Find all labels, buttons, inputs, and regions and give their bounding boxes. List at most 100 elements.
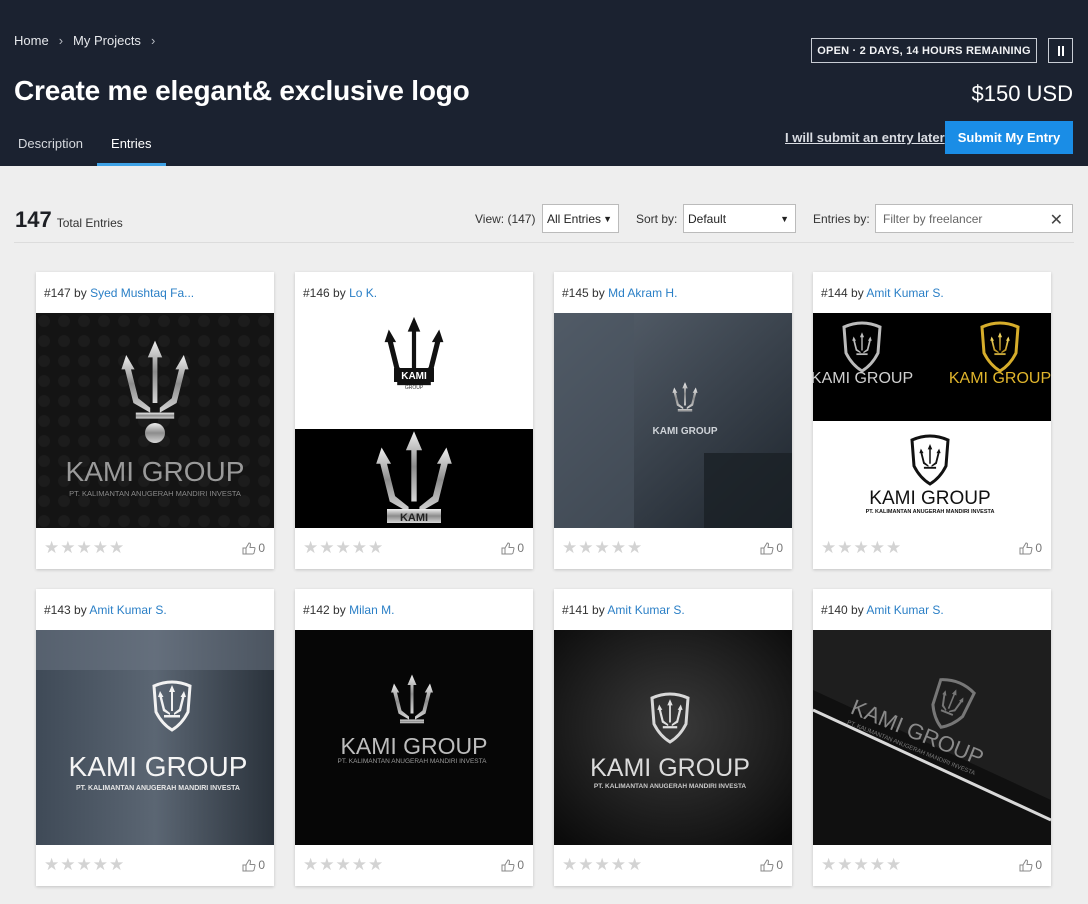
- entry-number: #146: [303, 286, 330, 300]
- like-button[interactable]: 0: [501, 858, 524, 872]
- star-rating[interactable]: ★★★★★: [303, 855, 384, 875]
- entry-card[interactable]: #146 by Lo K. KAMI GROUP KAMI ★★★★★ 0: [295, 272, 533, 569]
- entry-thumbnail[interactable]: KAMI GROUP PT. KALIMANTAN ANUGERAH MANDI…: [295, 630, 533, 845]
- like-count: 0: [1035, 858, 1042, 872]
- sort-select-value: Default: [688, 211, 727, 226]
- tab-description[interactable]: Description: [0, 124, 97, 166]
- entry-author-link[interactable]: Amit Kumar S.: [89, 603, 166, 617]
- filter-placeholder: Filter by freelancer: [883, 211, 983, 226]
- chevron-down-icon: ▼: [780, 214, 789, 224]
- logo-subtitle: PT. KALIMANTAN ANUGERAH MANDIRI INVESTA: [338, 758, 488, 765]
- submit-entry-button[interactable]: Submit My Entry: [945, 121, 1073, 154]
- entry-caption: #141 by Amit Kumar S.: [562, 603, 786, 617]
- logo-wordmark: KAMI GROUP: [653, 426, 718, 437]
- entry-author-link[interactable]: Amit Kumar S.: [866, 286, 943, 300]
- clear-icon[interactable]: ✕: [1050, 210, 1063, 230]
- entry-caption: #145 by Md Akram H.: [562, 286, 786, 300]
- entry-card[interactable]: #143 by Amit Kumar S. KAMI GROUP PT. KAL…: [36, 589, 274, 886]
- like-button[interactable]: 0: [760, 541, 783, 555]
- breadcrumb-separator: ›: [150, 33, 156, 48]
- pause-icon[interactable]: [1048, 38, 1073, 63]
- like-count: 0: [258, 858, 265, 872]
- like-count: 0: [1035, 541, 1042, 555]
- entry-caption: #142 by Milan M.: [303, 603, 527, 617]
- like-button[interactable]: 0: [1019, 858, 1042, 872]
- entry-thumbnail[interactable]: KAMI GROUP PT. KALIMANTAN ANUGERAH MANDI…: [554, 630, 792, 845]
- entry-thumbnail[interactable]: KAMI GROUP PT. KALIMANTAN ANUGERAH MANDI…: [36, 313, 274, 528]
- entry-number: #140: [821, 603, 848, 617]
- entry-author-link[interactable]: Amit Kumar S.: [607, 603, 684, 617]
- like-button[interactable]: 0: [501, 541, 524, 555]
- entry-thumbnail[interactable]: KAMI GROUP KAMI GROUP KAMI GROUP PT. KAL…: [813, 313, 1051, 528]
- entries-total: 147: [15, 207, 52, 232]
- entry-thumbnail[interactable]: KAMI GROUP PT. KALIMANTAN ANUGERAH MANDI…: [813, 630, 1051, 845]
- submit-later-link[interactable]: I will submit an entry later: [785, 130, 945, 145]
- view-label: View: (147): [475, 212, 536, 226]
- entry-caption: #146 by Lo K.: [303, 286, 527, 300]
- thumbs-up-icon: [1019, 541, 1033, 554]
- freelancer-filter-input[interactable]: Filter by freelancer ✕: [875, 204, 1073, 233]
- project-header: Home › My Projects › Create me elegant& …: [0, 0, 1088, 166]
- star-rating[interactable]: ★★★★★: [44, 855, 125, 875]
- entry-card[interactable]: #140 by Amit Kumar S. KAMI GROUP PT. KAL…: [813, 589, 1051, 886]
- entry-author-link[interactable]: Lo K.: [349, 286, 377, 300]
- entry-by: by: [592, 603, 605, 617]
- like-button[interactable]: 0: [760, 858, 783, 872]
- chevron-down-icon: ▼: [603, 214, 612, 224]
- star-rating[interactable]: ★★★★★: [562, 855, 643, 875]
- entry-caption: #140 by Amit Kumar S.: [821, 603, 1045, 617]
- logo-subtitle: PT. KALIMANTAN ANUGERAH MANDIRI INVESTA: [594, 783, 747, 790]
- star-rating[interactable]: ★★★★★: [303, 538, 384, 558]
- entry-card[interactable]: #145 by Md Akram H. KAMI GROUP ★★★★★ 0: [554, 272, 792, 569]
- entry-number: #143: [44, 603, 71, 617]
- like-count: 0: [517, 858, 524, 872]
- star-rating[interactable]: ★★★★★: [821, 538, 902, 558]
- entries-by-label: Entries by:: [813, 212, 870, 226]
- logo-wordmark: KAMI: [400, 512, 428, 524]
- project-budget: $150 USD: [971, 81, 1073, 106]
- star-rating[interactable]: ★★★★★: [562, 538, 643, 558]
- logo-subtitle: PT. KALIMANTAN ANUGERAH MANDIRI INVESTA: [69, 489, 241, 498]
- entry-card[interactable]: #142 by Milan M. KAMI GROUP PT. KALIMANT…: [295, 589, 533, 886]
- entry-by: by: [851, 603, 864, 617]
- entry-thumbnail[interactable]: KAMI GROUP: [554, 313, 792, 528]
- logo-wordmark: KAMI: [401, 371, 427, 382]
- like-count: 0: [776, 541, 783, 555]
- view-select[interactable]: All Entries ▼: [542, 204, 619, 233]
- like-button[interactable]: 0: [1019, 541, 1042, 555]
- logo-wordmark: KAMI GROUP: [949, 370, 1051, 387]
- entry-card[interactable]: #144 by Amit Kumar S. KAMI GROUP KAMI GR…: [813, 272, 1051, 569]
- entry-card[interactable]: #141 by Amit Kumar S. KAMI GROUP PT. KAL…: [554, 589, 792, 886]
- entry-by: by: [74, 603, 87, 617]
- entry-by: by: [74, 286, 87, 300]
- entry-caption: #147 by Syed Mushtaq Fa...: [44, 286, 268, 300]
- entries-count: 147 Total Entries: [15, 207, 123, 233]
- tab-entries[interactable]: Entries: [97, 124, 166, 166]
- like-button[interactable]: 0: [242, 541, 265, 555]
- thumbs-up-icon: [242, 858, 256, 871]
- entry-thumbnail[interactable]: KAMI GROUP PT. KALIMANTAN ANUGERAH MANDI…: [36, 630, 274, 845]
- entry-author-link[interactable]: Amit Kumar S.: [866, 603, 943, 617]
- breadcrumb-home[interactable]: Home: [14, 33, 49, 48]
- status-badge: OPEN · 2 DAYS, 14 HOURS REMAINING: [811, 38, 1037, 63]
- thumbs-up-icon: [760, 541, 774, 554]
- entry-thumbnail[interactable]: KAMI GROUP KAMI: [295, 313, 533, 528]
- entry-author-link[interactable]: Syed Mushtaq Fa...: [90, 286, 194, 300]
- star-rating[interactable]: ★★★★★: [44, 538, 125, 558]
- tab-bar: Description Entries: [0, 124, 166, 166]
- breadcrumb-my-projects[interactable]: My Projects: [73, 33, 141, 48]
- entry-author-link[interactable]: Milan M.: [349, 603, 394, 617]
- entry-number: #142: [303, 603, 330, 617]
- logo-wordmark: KAMI GROUP: [69, 751, 248, 782]
- star-rating[interactable]: ★★★★★: [821, 855, 902, 875]
- view-select-value: All Entries: [547, 211, 602, 226]
- entry-number: #147: [44, 286, 71, 300]
- entry-author-link[interactable]: Md Akram H.: [608, 286, 677, 300]
- entry-card[interactable]: #147 by Syed Mushtaq Fa... KAMI GROUP PT…: [36, 272, 274, 569]
- logo-subtitle: GROUP: [405, 385, 424, 391]
- sort-select[interactable]: Default ▼: [683, 204, 796, 233]
- entry-caption: #143 by Amit Kumar S.: [44, 603, 268, 617]
- thumbs-up-icon: [1019, 858, 1033, 871]
- entry-by: by: [851, 286, 864, 300]
- like-button[interactable]: 0: [242, 858, 265, 872]
